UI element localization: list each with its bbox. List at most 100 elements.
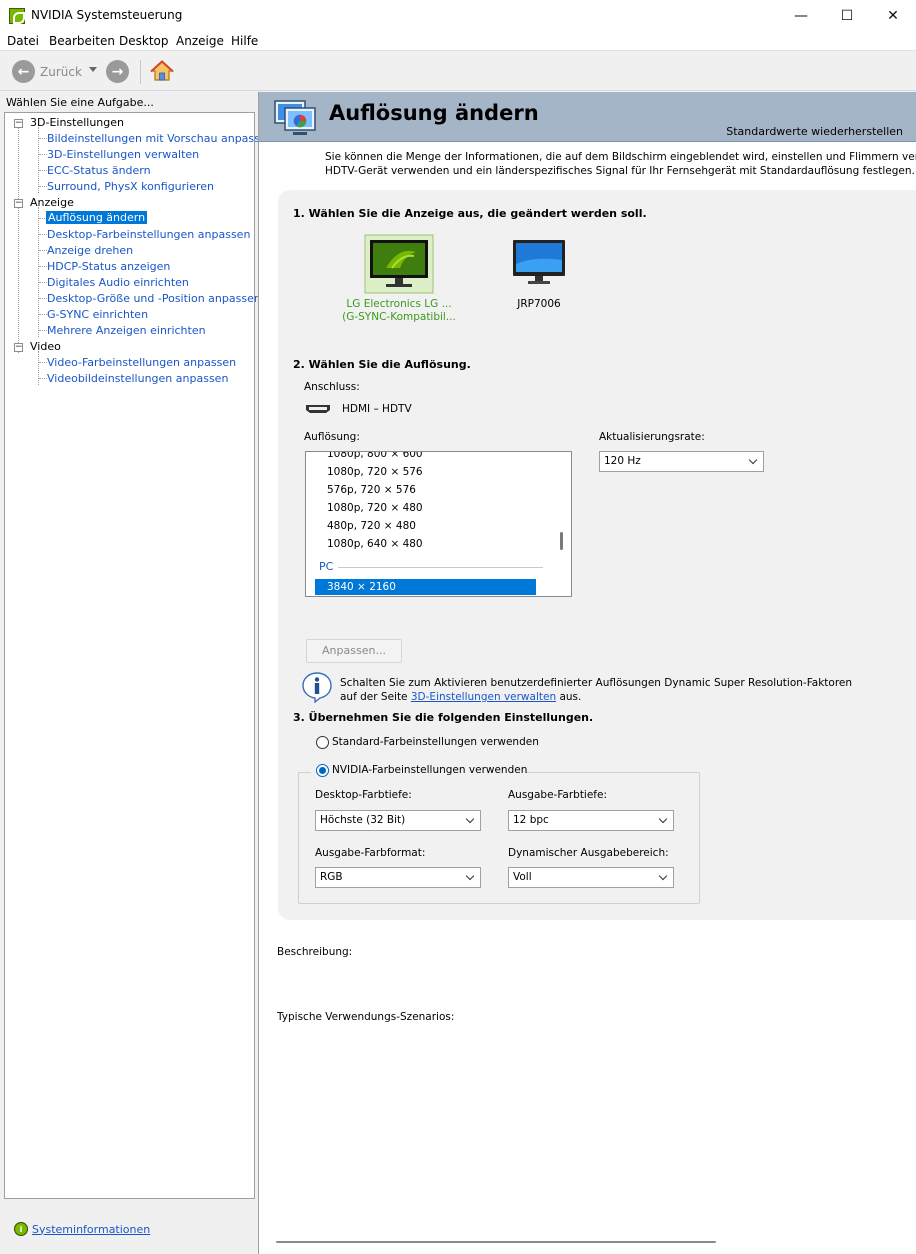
- resolution-option[interactable]: 480p, 720 × 480: [327, 520, 416, 532]
- connector-value: HDMI – HDTV: [342, 403, 412, 415]
- system-info-link[interactable]: Systeminformationen: [32, 1223, 150, 1236]
- radio-default-colors-label[interactable]: Standard-Farbeinstellungen verwenden: [332, 736, 539, 748]
- toolbar-separator: [140, 60, 141, 84]
- monitor-lg-label-2: (G-SYNC-Kompatibil...: [342, 311, 456, 323]
- tree-branch: [39, 266, 47, 267]
- tree-branch: [39, 378, 47, 379]
- dynamic-range-label: Dynamischer Ausgabebereich:: [508, 847, 669, 859]
- refresh-rate-select[interactable]: 120 Hz: [599, 451, 764, 472]
- customize-button[interactable]: Anpassen...: [306, 639, 402, 663]
- chevron-down-icon: [748, 455, 758, 465]
- radio-nvidia-colors-label[interactable]: NVIDIA-Farbeinstellungen verwenden: [332, 764, 527, 776]
- step-3-title: 3. Übernehmen Sie die folgenden Einstell…: [293, 711, 594, 724]
- collapse-3d-icon[interactable]: −: [14, 119, 23, 128]
- collapse-video-icon[interactable]: −: [14, 343, 23, 352]
- intro-line-1: Sie können die Menge der Informationen, …: [325, 151, 916, 163]
- tree-branch: [39, 314, 47, 315]
- tree-item-desktop-groesse[interactable]: Desktop-Größe und -Position anpassen: [47, 292, 261, 305]
- resolution-option[interactable]: 1080p, 640 × 480: [327, 538, 423, 550]
- resolution-option[interactable]: 1080p, 720 × 480: [327, 502, 423, 514]
- horizontal-scrollbar[interactable]: [276, 1241, 716, 1243]
- dynamic-range-select[interactable]: Voll: [508, 867, 674, 888]
- close-button[interactable]: ✕: [870, 0, 916, 31]
- monitor-lg[interactable]: LG Electronics LG ... (G-SYNC-Kompatibil…: [339, 234, 459, 324]
- tree-item-digitales-audio[interactable]: Digitales Audio einrichten: [47, 276, 189, 289]
- tree-category-video[interactable]: Video: [30, 340, 61, 353]
- hdmi-connector-icon: [306, 405, 330, 413]
- desktop-depth-select[interactable]: Höchste (32 Bit): [315, 810, 481, 831]
- title-bar: NVIDIA Systemsteuerung — ☐ ✕: [0, 0, 916, 31]
- resolution-list[interactable]: 1080p, 800 × 600 1080p, 720 × 576 576p, …: [305, 451, 572, 597]
- resolution-option[interactable]: 576p, 720 × 576: [327, 484, 416, 496]
- step-1-title: 1. Wählen Sie die Anzeige aus, die geänd…: [293, 207, 647, 220]
- back-label[interactable]: Zurück: [40, 65, 82, 79]
- display-settings-icon: [274, 100, 316, 135]
- output-depth-value: 12 bpc: [513, 814, 549, 826]
- tree-category-anzeige[interactable]: Anzeige: [30, 196, 74, 209]
- info-icon: [302, 672, 332, 703]
- system-info-icon: i: [14, 1222, 28, 1236]
- back-arrow-icon[interactable]: ←: [12, 60, 35, 83]
- menu-desktop[interactable]: Desktop: [119, 34, 169, 48]
- tree-item-gsync[interactable]: G-SYNC einrichten: [47, 308, 148, 321]
- output-format-label: Ausgabe-Farbformat:: [315, 847, 426, 859]
- chevron-down-icon: [465, 871, 475, 881]
- resolution-group-pc: PC: [319, 560, 334, 573]
- resolution-option[interactable]: 1080p, 800 × 600: [327, 452, 423, 460]
- menu-hilfe[interactable]: Hilfe: [231, 34, 258, 48]
- info-message: Schalten Sie zum Aktivieren benutzerdefi…: [340, 676, 852, 704]
- menu-bar: Datei Bearbeiten Desktop Anzeige Hilfe: [0, 31, 916, 51]
- tree-item-ecc-status[interactable]: ECC-Status ändern: [47, 164, 151, 177]
- maximize-button[interactable]: ☐: [824, 0, 870, 31]
- history-dropdown-icon[interactable]: [89, 67, 97, 72]
- output-depth-select[interactable]: 12 bpc: [508, 810, 674, 831]
- tree-item-hdcp-status[interactable]: HDCP-Status anzeigen: [47, 260, 170, 273]
- resolution-group-divider: [338, 567, 543, 568]
- tree-connector: [38, 207, 39, 337]
- radio-default-colors[interactable]: [316, 736, 329, 749]
- menu-datei[interactable]: Datei: [7, 34, 39, 48]
- tree-connector: [18, 128, 19, 353]
- tree-item-3d-verwalten[interactable]: 3D-Einstellungen verwalten: [47, 148, 199, 161]
- page-title: Auflösung ändern: [329, 101, 539, 125]
- tree-item-surround-physx[interactable]: Surround, PhysX konfigurieren: [47, 180, 214, 193]
- monitor-jrp[interactable]: JRP7006: [489, 234, 589, 311]
- tree-branch: [39, 154, 47, 155]
- output-format-select[interactable]: RGB: [315, 867, 481, 888]
- menu-anzeige[interactable]: Anzeige: [176, 34, 224, 48]
- refresh-rate-label: Aktualisierungsrate:: [599, 431, 705, 443]
- usage-scenarios-label: Typische Verwendungs-Szenarios:: [277, 1011, 455, 1023]
- home-icon[interactable]: [150, 59, 174, 83]
- tree-branch: [39, 250, 47, 251]
- tree-branch: [39, 138, 47, 139]
- tree-category-3d[interactable]: 3D-Einstellungen: [30, 116, 124, 129]
- resolution-option-selected[interactable]: 3840 × 2160: [315, 579, 536, 595]
- tree-item-desktop-farbe[interactable]: Desktop-Farbeinstellungen anpassen: [47, 228, 250, 241]
- tree-item-videobild[interactable]: Videobildeinstellungen anpassen: [47, 372, 228, 385]
- collapse-anzeige-icon[interactable]: −: [14, 199, 23, 208]
- system-info[interactable]: i Systeminformationen: [14, 1222, 150, 1236]
- forward-arrow-icon[interactable]: →: [106, 60, 129, 83]
- resolution-option[interactable]: 1080p, 720 × 576: [327, 466, 423, 478]
- tree-item-anzeige-drehen[interactable]: Anzeige drehen: [47, 244, 133, 257]
- menu-bearbeiten[interactable]: Bearbeiten: [49, 34, 115, 48]
- tree-connector: [38, 127, 39, 193]
- tree-item-video-farbe[interactable]: Video-Farbeinstellungen anpassen: [47, 356, 236, 369]
- tree-item-aufloesung-aendern[interactable]: Auflösung ändern: [46, 211, 148, 224]
- tree-branch: [39, 170, 47, 171]
- minimize-button[interactable]: —: [778, 0, 824, 31]
- task-tree: − 3D-Einstellungen Bildeinstellungen mit…: [4, 112, 274, 1199]
- chevron-down-icon: [465, 814, 475, 824]
- radio-nvidia-colors[interactable]: [316, 764, 329, 777]
- refresh-rate-value: 120 Hz: [604, 455, 641, 467]
- tree-item-mehrere-anzeigen[interactable]: Mehrere Anzeigen einrichten: [47, 324, 206, 337]
- 3d-settings-link[interactable]: 3D-Einstellungen verwalten: [411, 691, 556, 703]
- dynamic-range-value: Voll: [513, 871, 532, 883]
- restore-defaults-link[interactable]: Standardwerte wiederherstellen: [726, 125, 903, 138]
- tree-item-bildeinstellungen[interactable]: Bildeinstellungen mit Vorschau anpassen: [47, 132, 274, 145]
- step-2-title: 2. Wählen Sie die Auflösung.: [293, 358, 471, 371]
- intro-line-2: HDTV-Gerät verwenden und ein länderspezi…: [325, 165, 915, 177]
- tree-branch: [39, 186, 47, 187]
- desktop-depth-label: Desktop-Farbtiefe:: [315, 789, 412, 801]
- resolution-list-scrollbar[interactable]: [560, 532, 563, 550]
